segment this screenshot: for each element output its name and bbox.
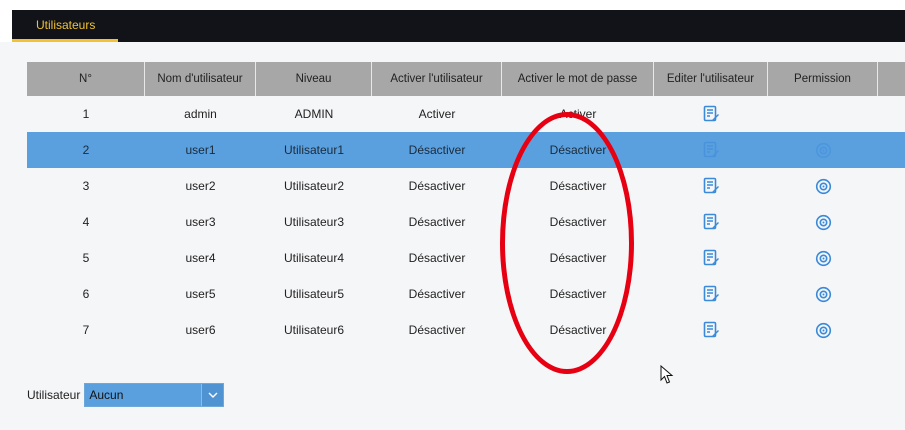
- table-row[interactable]: 1 admin ADMIN Activer Activer: [27, 96, 905, 132]
- gear-icon[interactable]: [815, 250, 832, 267]
- row-enable-user: Désactiver: [408, 143, 466, 157]
- row-number: 2: [82, 143, 90, 157]
- top-menu-bar: Utilisateurs: [0, 0, 905, 42]
- tab-users-label: Utilisateurs: [36, 18, 96, 32]
- row-permission-cell: [768, 132, 878, 168]
- row-edit-cell: [654, 276, 768, 312]
- row-permission-cell: [768, 240, 878, 276]
- row-permission-cell: [768, 312, 878, 348]
- user-filter: Utilisateur Aucun: [27, 383, 225, 407]
- table-row[interactable]: 5 user4 Utilisateur4 Désactiver Désactiver: [27, 240, 905, 276]
- row-enable-user: Désactiver: [408, 323, 466, 337]
- row-enable-user: Désactiver: [408, 215, 466, 229]
- row-permission-cell: [768, 204, 878, 240]
- row-edit-cell: [654, 96, 768, 132]
- top-menu-background: [12, 10, 905, 42]
- row-spacer: [878, 276, 905, 312]
- row-number: 6: [82, 287, 90, 301]
- row-level: Utilisateur5: [283, 287, 345, 301]
- row-spacer: [878, 240, 905, 276]
- edit-icon[interactable]: [702, 141, 720, 159]
- table-row[interactable]: 7 user6 Utilisateur6 Désactiver Désactiver: [27, 312, 905, 348]
- table-row[interactable]: 6 user5 Utilisateur5 Désactiver Désactiver: [27, 276, 905, 312]
- tab-users[interactable]: Utilisateurs: [12, 10, 118, 42]
- row-level: Utilisateur2: [283, 179, 345, 193]
- row-username: user1: [185, 143, 216, 157]
- edit-icon[interactable]: [702, 177, 720, 195]
- table-row[interactable]: 2 user1 Utilisateur1 Désactiver Désactiver: [27, 132, 905, 168]
- row-enable-password: Désactiver: [549, 251, 607, 265]
- table-row[interactable]: 4 user3 Utilisateur3 Désactiver Désactiver: [27, 204, 905, 240]
- edit-icon[interactable]: [702, 285, 720, 303]
- row-edit-cell: [654, 132, 768, 168]
- row-number: 3: [82, 179, 90, 193]
- row-edit-cell: [654, 240, 768, 276]
- row-level: Utilisateur1: [283, 143, 345, 157]
- row-level: ADMIN: [294, 107, 334, 121]
- chevron-down-icon[interactable]: [201, 384, 224, 406]
- edit-icon[interactable]: [702, 321, 720, 339]
- edit-icon[interactable]: [702, 105, 720, 123]
- column-header-edit-user: Editer l'utilisateur: [654, 62, 768, 96]
- row-edit-cell: [654, 168, 768, 204]
- row-enable-user: Activer: [418, 107, 456, 121]
- row-enable-password: Désactiver: [549, 143, 607, 157]
- row-username: user6: [185, 323, 216, 337]
- row-enable-user: Désactiver: [408, 251, 466, 265]
- user-select[interactable]: Aucun: [84, 383, 225, 407]
- row-spacer: [878, 168, 905, 204]
- row-level: Utilisateur6: [283, 323, 345, 337]
- row-enable-password: Désactiver: [549, 287, 607, 301]
- edit-icon[interactable]: [702, 213, 720, 231]
- row-username: user5: [185, 287, 216, 301]
- gear-icon[interactable]: [815, 322, 832, 339]
- row-edit-cell: [654, 312, 768, 348]
- row-edit-cell: [654, 204, 768, 240]
- gear-icon[interactable]: [815, 214, 832, 231]
- column-header-permission: Permission: [768, 62, 878, 96]
- row-username: user2: [185, 179, 216, 193]
- row-number: 5: [82, 251, 90, 265]
- gear-icon[interactable]: [815, 286, 832, 303]
- table-header: N° Nom d'utilisateur Niveau Activer l'ut…: [27, 62, 905, 96]
- edit-icon[interactable]: [702, 249, 720, 267]
- gear-icon[interactable]: [815, 178, 832, 195]
- row-spacer: [878, 312, 905, 348]
- row-enable-password: Désactiver: [549, 179, 607, 193]
- row-permission-cell: [768, 168, 878, 204]
- active-tab-indicator: [12, 39, 118, 42]
- mouse-pointer-icon: [660, 365, 674, 384]
- row-spacer: [878, 132, 905, 168]
- row-spacer: [878, 96, 905, 132]
- row-level: Utilisateur3: [283, 215, 345, 229]
- row-enable-password: Désactiver: [549, 215, 607, 229]
- row-number: 1: [82, 107, 90, 121]
- row-username: user4: [185, 251, 216, 265]
- row-enable-user: Désactiver: [408, 179, 466, 193]
- column-header-spacer: [878, 62, 905, 96]
- row-permission-cell: [768, 276, 878, 312]
- row-enable-user: Désactiver: [408, 287, 466, 301]
- column-header-enable-user: Activer l'utilisateur: [372, 62, 502, 96]
- row-permission-cell: [768, 96, 878, 132]
- row-level: Utilisateur4: [283, 251, 345, 265]
- row-username: user3: [185, 215, 216, 229]
- row-spacer: [878, 204, 905, 240]
- row-enable-password: Désactiver: [549, 323, 607, 337]
- table-row[interactable]: 3 user2 Utilisateur2 Désactiver Désactiver: [27, 168, 905, 204]
- column-header-username: Nom d'utilisateur: [145, 62, 256, 96]
- row-number: 7: [82, 323, 90, 337]
- user-select-value: Aucun: [89, 388, 124, 402]
- user-filter-label: Utilisateur: [27, 388, 81, 402]
- column-header-number: N°: [27, 62, 145, 96]
- row-enable-password: Activer: [559, 107, 597, 121]
- gear-icon[interactable]: [815, 142, 832, 159]
- column-header-enable-password: Activer le mot de passe: [502, 62, 654, 96]
- row-username: admin: [184, 107, 217, 121]
- column-header-level: Niveau: [256, 62, 372, 96]
- row-number: 4: [82, 215, 90, 229]
